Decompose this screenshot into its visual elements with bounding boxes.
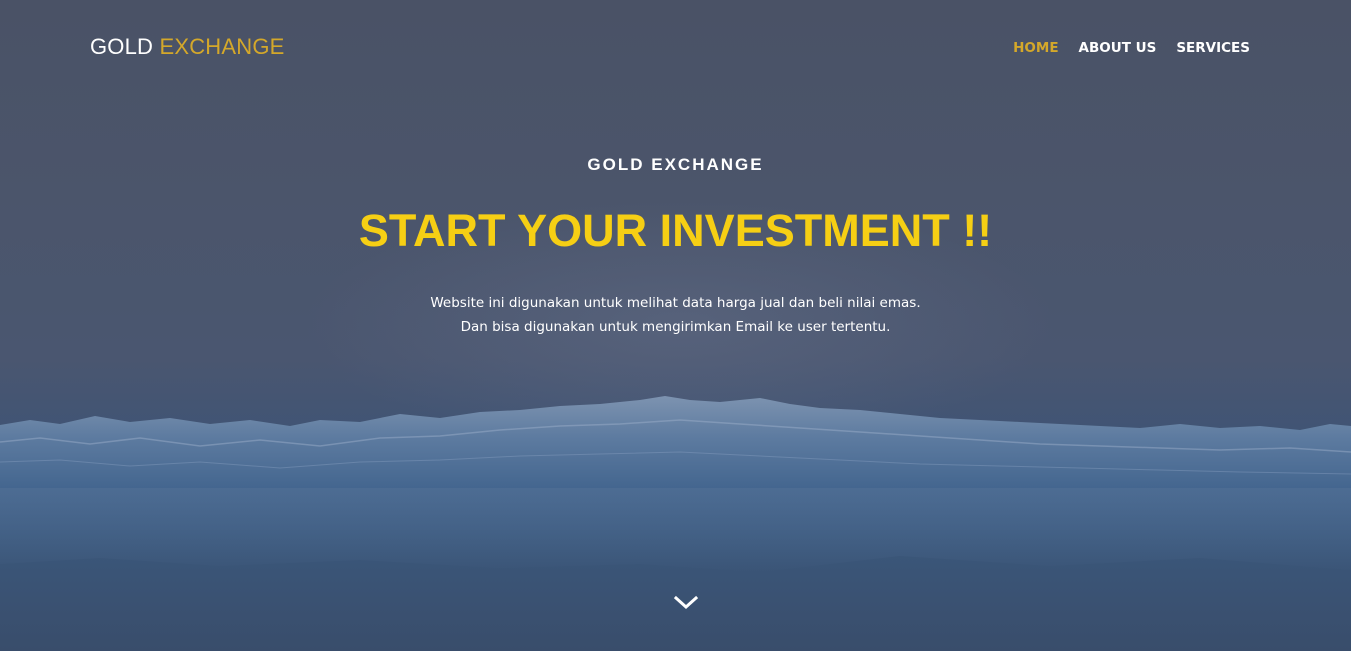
nav-item-services[interactable]: SERVICES xyxy=(1176,40,1250,56)
nav-menu: HOME ABOUT US SERVICES xyxy=(1013,40,1250,56)
scroll-down-button[interactable] xyxy=(673,594,699,612)
brand-name-primary: GOLD xyxy=(90,34,154,59)
hero-section: GOLD EXCHANGE HOME ABOUT US SERVICES GOL… xyxy=(0,0,1351,651)
nav-item-about-us[interactable]: ABOUT US xyxy=(1079,40,1157,56)
brand-name-accent: EXCHANGE xyxy=(159,34,285,59)
hero-eyebrow: GOLD EXCHANGE xyxy=(587,155,764,174)
chevron-down-icon xyxy=(673,595,699,610)
nav-item-home[interactable]: HOME xyxy=(1013,40,1058,56)
hero-headline: START YOUR INVESTMENT !! xyxy=(358,205,993,256)
brand-logo[interactable]: GOLD EXCHANGE xyxy=(90,34,285,60)
hero-description: Website ini digunakan untuk melihat data… xyxy=(0,291,1351,339)
hero-description-line-1: Website ini digunakan untuk melihat data… xyxy=(430,295,921,311)
hero-description-line-2: Dan bisa digunakan untuk mengirimkan Ema… xyxy=(460,319,891,335)
top-navbar: GOLD EXCHANGE HOME ABOUT US SERVICES xyxy=(0,0,1351,96)
